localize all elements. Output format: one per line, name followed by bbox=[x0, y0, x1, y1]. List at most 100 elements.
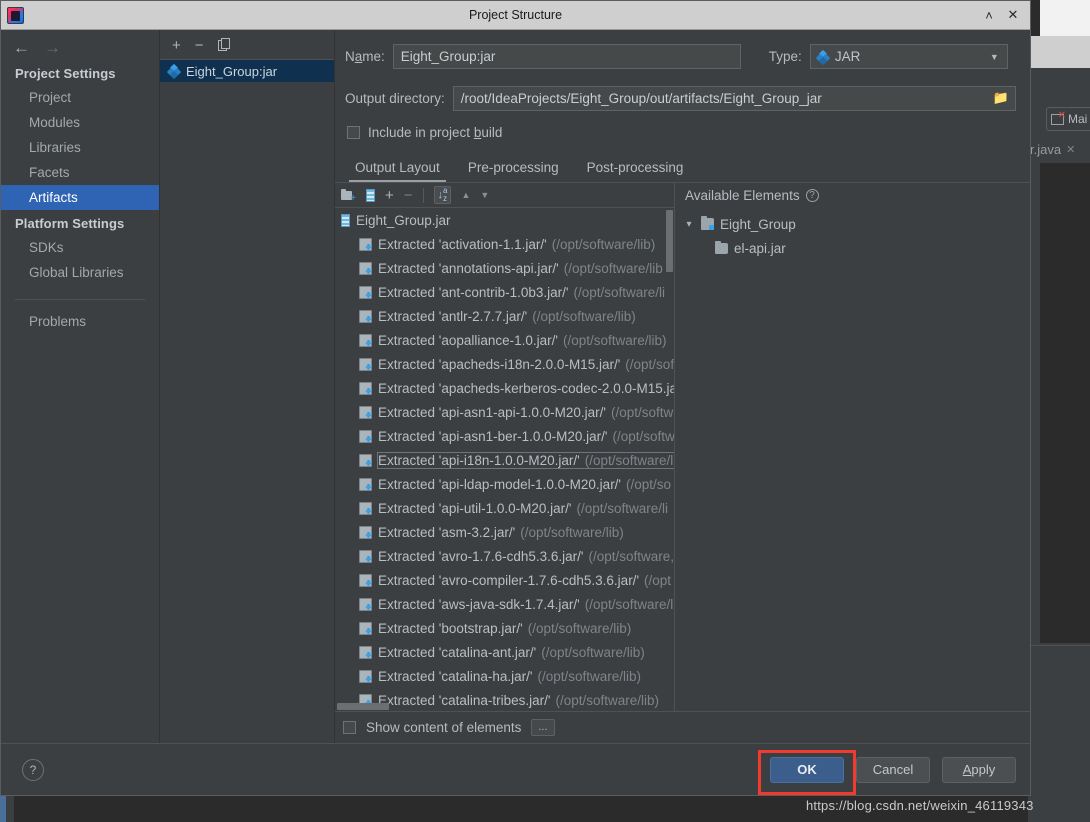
back-arrow-icon[interactable]: ← bbox=[13, 39, 30, 56]
sidebar-item-modules[interactable]: Modules bbox=[1, 110, 159, 135]
folder-browse-icon[interactable]: 📁 bbox=[993, 90, 1009, 106]
extracted-archive-icon bbox=[359, 429, 372, 443]
extracted-archive-icon bbox=[359, 285, 372, 299]
chevron-down-icon[interactable]: ▾ bbox=[683, 219, 695, 230]
tree-row-entry[interactable]: Extracted 'antlr-2.7.7.jar/' (/opt/softwa… bbox=[335, 304, 674, 328]
add-directory-icon[interactable]: + bbox=[341, 188, 356, 203]
available-elements-tree[interactable]: ▾ Eight_Group el-api.jar bbox=[675, 208, 1030, 260]
forward-arrow-icon[interactable]: → bbox=[44, 39, 61, 56]
extracted-archive-icon bbox=[359, 357, 372, 371]
artifact-label: Eight_Group:jar bbox=[186, 63, 278, 79]
tree-entry-path: (/opt/software/lib) bbox=[537, 668, 642, 684]
tree-row-entry[interactable]: Extracted 'avro-1.7.6-cdh5.3.6.jar/' (/op… bbox=[335, 544, 674, 568]
tree-row-entry[interactable]: Extracted 'catalina-ant.jar/' (/opt/softw… bbox=[335, 640, 674, 664]
tree-row-entry[interactable]: Extracted 'api-asn1-ber-1.0.0-M20.jar/'(… bbox=[335, 424, 674, 448]
cancel-button[interactable]: Cancel bbox=[856, 756, 930, 783]
output-layout-tree-panel: + + − ↓ a z ▲ ▼ Eight_Group.jar Extracte… bbox=[335, 183, 675, 711]
show-content-checkbox[interactable] bbox=[343, 721, 356, 734]
tree-row-entry[interactable]: Extracted 'apacheds-kerberos-codec-2.0.0… bbox=[335, 376, 674, 400]
add-artifact-button[interactable]: + bbox=[172, 38, 181, 53]
tree-row-root[interactable]: Eight_Group.jar bbox=[335, 208, 674, 232]
add-archive-icon[interactable] bbox=[366, 188, 375, 202]
background-run-configuration-chip[interactable]: ✕ Mai bbox=[1046, 107, 1090, 131]
tree-row-eight-group[interactable]: ▾ Eight_Group bbox=[675, 212, 1030, 236]
tree-entry-text: Extracted 'antlr-2.7.7.jar/' (/opt/softwa… bbox=[378, 309, 636, 324]
tree-row-entry[interactable]: Extracted 'annotations-api.jar/' (/opt/so… bbox=[335, 256, 674, 280]
ok-button[interactable]: OK bbox=[770, 756, 844, 783]
minimize-icon[interactable]: ˄ bbox=[978, 8, 1000, 23]
extracted-archive-icon bbox=[359, 477, 372, 491]
extracted-archive-icon bbox=[359, 645, 372, 659]
output-directory-input[interactable]: /root/IdeaProjects/Eight_Group/out/artif… bbox=[452, 86, 1016, 111]
run-config-label: Mai bbox=[1068, 112, 1088, 126]
tree-row-entry[interactable]: Extracted 'activation-1.1.jar/' (/opt/sof… bbox=[335, 232, 674, 256]
tree-row-entry[interactable]: Extracted 'asm-3.2.jar/' (/opt/software/l… bbox=[335, 520, 674, 544]
tree-row-entry[interactable]: Extracted 'apacheds-i18n-2.0.0-M15.jar/'… bbox=[335, 352, 674, 376]
tree-row-entry[interactable]: Extracted 'catalina-ha.jar/' (/opt/softwa… bbox=[335, 664, 674, 688]
sidebar-item-global-libraries[interactable]: Global Libraries bbox=[1, 260, 159, 285]
copy-artifact-button[interactable] bbox=[217, 38, 231, 52]
tree-row-entry[interactable]: Extracted 'api-ldap-model-1.0.0-M20.jar/… bbox=[335, 472, 674, 496]
tree-entry-name: Extracted 'activation-1.1.jar/' bbox=[378, 236, 547, 252]
tree-row-entry[interactable]: Extracted 'avro-compiler-1.7.6-cdh5.3.6.… bbox=[335, 568, 674, 592]
tab-pre-processing[interactable]: Pre-processing bbox=[466, 158, 561, 182]
add-element-button[interactable]: + bbox=[385, 188, 394, 203]
scrollbar-thumb[interactable] bbox=[666, 210, 673, 272]
tree-entry-path: (/opt/software/lib) bbox=[551, 236, 656, 252]
sidebar-item-project[interactable]: Project bbox=[1, 85, 159, 110]
extracted-archive-icon bbox=[359, 573, 372, 587]
include-in-build-checkbox[interactable] bbox=[347, 126, 360, 139]
move-down-icon[interactable]: ▼ bbox=[480, 190, 489, 200]
tree-row-entry[interactable]: Extracted 'api-asn1-api-1.0.0-M20.jar/'(… bbox=[335, 400, 674, 424]
help-circle-icon[interactable]: ? bbox=[805, 189, 819, 202]
jar-type-icon bbox=[815, 49, 831, 65]
name-label: Name: bbox=[345, 49, 385, 64]
artifact-name-input[interactable]: Eight_Group:jar bbox=[392, 44, 741, 69]
extracted-archive-icon bbox=[359, 597, 372, 611]
chevron-down-icon[interactable]: ▼ bbox=[990, 52, 999, 62]
artifact-type-select[interactable]: JAR ▼ bbox=[809, 44, 1008, 69]
sidebar-item-artifacts[interactable]: Artifacts bbox=[1, 185, 159, 210]
tree-entry-path: (/opt/software/lib) bbox=[520, 524, 624, 540]
remove-artifact-button[interactable]: − bbox=[195, 38, 204, 53]
sidebar-item-facets[interactable]: Facets bbox=[1, 160, 159, 185]
tab-output-layout[interactable]: Output Layout bbox=[349, 158, 446, 182]
tree-row-entry[interactable]: Extracted 'aopalliance-1.0.jar/' (/opt/so… bbox=[335, 328, 674, 352]
artifacts-list-panel: + − Eight_Group:jar bbox=[160, 30, 335, 743]
tree-entry-text: Extracted 'api-asn1-ber-1.0.0-M20.jar/'(… bbox=[378, 429, 674, 444]
sidebar-item-problems[interactable]: Problems bbox=[1, 300, 159, 334]
tree-horizontal-scrollbar-thumb[interactable] bbox=[337, 703, 389, 710]
editor-tab-label: r.java bbox=[1030, 141, 1062, 157]
tree-row-entry[interactable]: Extracted 'bootstrap.jar/' (/opt/software… bbox=[335, 616, 674, 640]
dialog-titlebar: Project Structure ˄ ✕ bbox=[1, 1, 1030, 30]
sort-az-icon[interactable]: ↓ a z bbox=[433, 186, 452, 204]
artifact-form: Name: Eight_Group:jar Type: JAR ▼ Output… bbox=[335, 30, 1030, 182]
sidebar-item-libraries[interactable]: Libraries bbox=[1, 135, 159, 160]
tree-entry-name: Extracted 'asm-3.2.jar/' bbox=[378, 524, 516, 540]
list-item[interactable]: Eight_Group:jar bbox=[160, 60, 334, 82]
close-icon[interactable]: ✕ bbox=[1002, 7, 1024, 23]
output-layout-tree[interactable]: Eight_Group.jar Extracted 'activation-1.… bbox=[335, 208, 674, 711]
background-editor-tab[interactable]: r.java ✕ bbox=[1030, 136, 1090, 162]
remove-element-button[interactable]: − bbox=[404, 188, 413, 203]
tree-entry-text: Extracted 'avro-compiler-1.7.6-cdh5.3.6.… bbox=[378, 573, 671, 588]
sidebar-item-sdks[interactable]: SDKs bbox=[1, 235, 159, 260]
tree-vertical-scrollbar[interactable] bbox=[665, 208, 674, 711]
close-icon[interactable]: ✕ bbox=[1066, 143, 1075, 156]
tree-entry-name: Extracted 'aws-java-sdk-1.7.4.jar/' bbox=[378, 596, 580, 612]
help-button[interactable]: ? bbox=[22, 758, 44, 781]
tree-row-el-api-jar[interactable]: el-api.jar bbox=[675, 236, 1030, 260]
more-options-button[interactable]: ... bbox=[531, 719, 555, 736]
tree-row-entry[interactable]: Extracted 'api-i18n-1.0.0-M20.jar/' (/opt… bbox=[335, 448, 674, 472]
extracted-archive-icon bbox=[359, 453, 372, 467]
extracted-archive-icon bbox=[359, 621, 372, 635]
tree-row-entry[interactable]: Extracted 'aws-java-sdk-1.7.4.jar/' (/opt… bbox=[335, 592, 674, 616]
show-content-row: Show content of elements ... bbox=[335, 711, 1030, 743]
tree-row-entry[interactable]: Extracted 'api-util-1.0.0-M20.jar/' (/opt… bbox=[335, 496, 674, 520]
apply-button[interactable]: Apply bbox=[942, 756, 1016, 783]
tree-row-entry[interactable]: Extracted 'ant-contrib-1.0b3.jar/' (/opt/… bbox=[335, 280, 674, 304]
tab-post-processing[interactable]: Post-processing bbox=[585, 158, 686, 182]
include-in-build-label: Include in project build bbox=[368, 125, 503, 140]
move-up-icon[interactable]: ▲ bbox=[461, 190, 470, 200]
tree-entry-name: Extracted 'catalina-tribes.jar/' bbox=[378, 692, 551, 708]
